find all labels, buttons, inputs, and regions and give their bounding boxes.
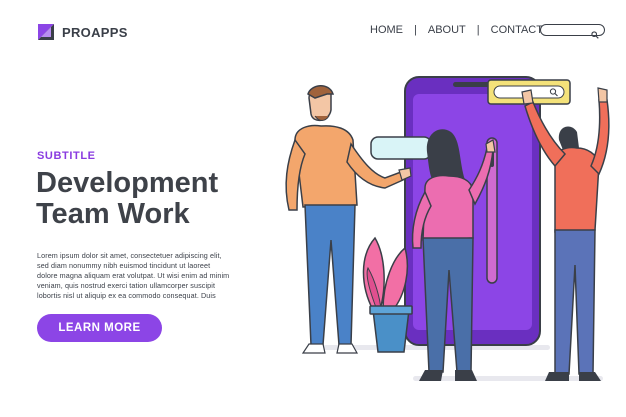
body-line: lobortis nisl ut aliquip ex ea commodo c… [37,291,216,300]
search-box[interactable] [540,24,605,41]
team-illustration [265,70,615,395]
learn-more-button[interactable]: LEARN MORE [37,314,162,342]
search-icon[interactable] [591,26,599,44]
nav-contact-link[interactable]: CONTACT [491,24,543,36]
hero-body-text: Lorem ipsum dolor sit amet, consectetuer… [37,251,252,301]
nav-separator: | [414,24,417,36]
top-nav: HOME | ABOUT | CONTACT [370,24,543,36]
nav-about-link[interactable]: ABOUT [428,24,466,36]
body-line: veniam, quis nostrud exerci tation ullam… [37,281,216,290]
hero-title-line-1: Development [36,167,219,199]
search-input[interactable] [541,30,594,41]
hero-title: Development Team Work [36,168,218,230]
hero-subtitle: SUBTITLE [37,150,96,162]
logo[interactable]: PROAPPS [38,24,128,40]
body-line: Lorem ipsum dolor sit amet, consectetuer… [37,251,222,260]
body-line: sed diam nonummy nibh euismod tincidunt … [37,261,211,270]
hero-title-line-2: Team Work [36,198,190,230]
speech-bubble [370,136,432,160]
nav-home-link[interactable]: HOME [370,24,403,36]
body-line: dolore magna aliquam erat volutpat. Ut w… [37,271,230,280]
nav-separator: | [476,24,480,36]
proapps-logo-icon [38,24,54,40]
brand-name: PROAPPS [62,24,128,40]
